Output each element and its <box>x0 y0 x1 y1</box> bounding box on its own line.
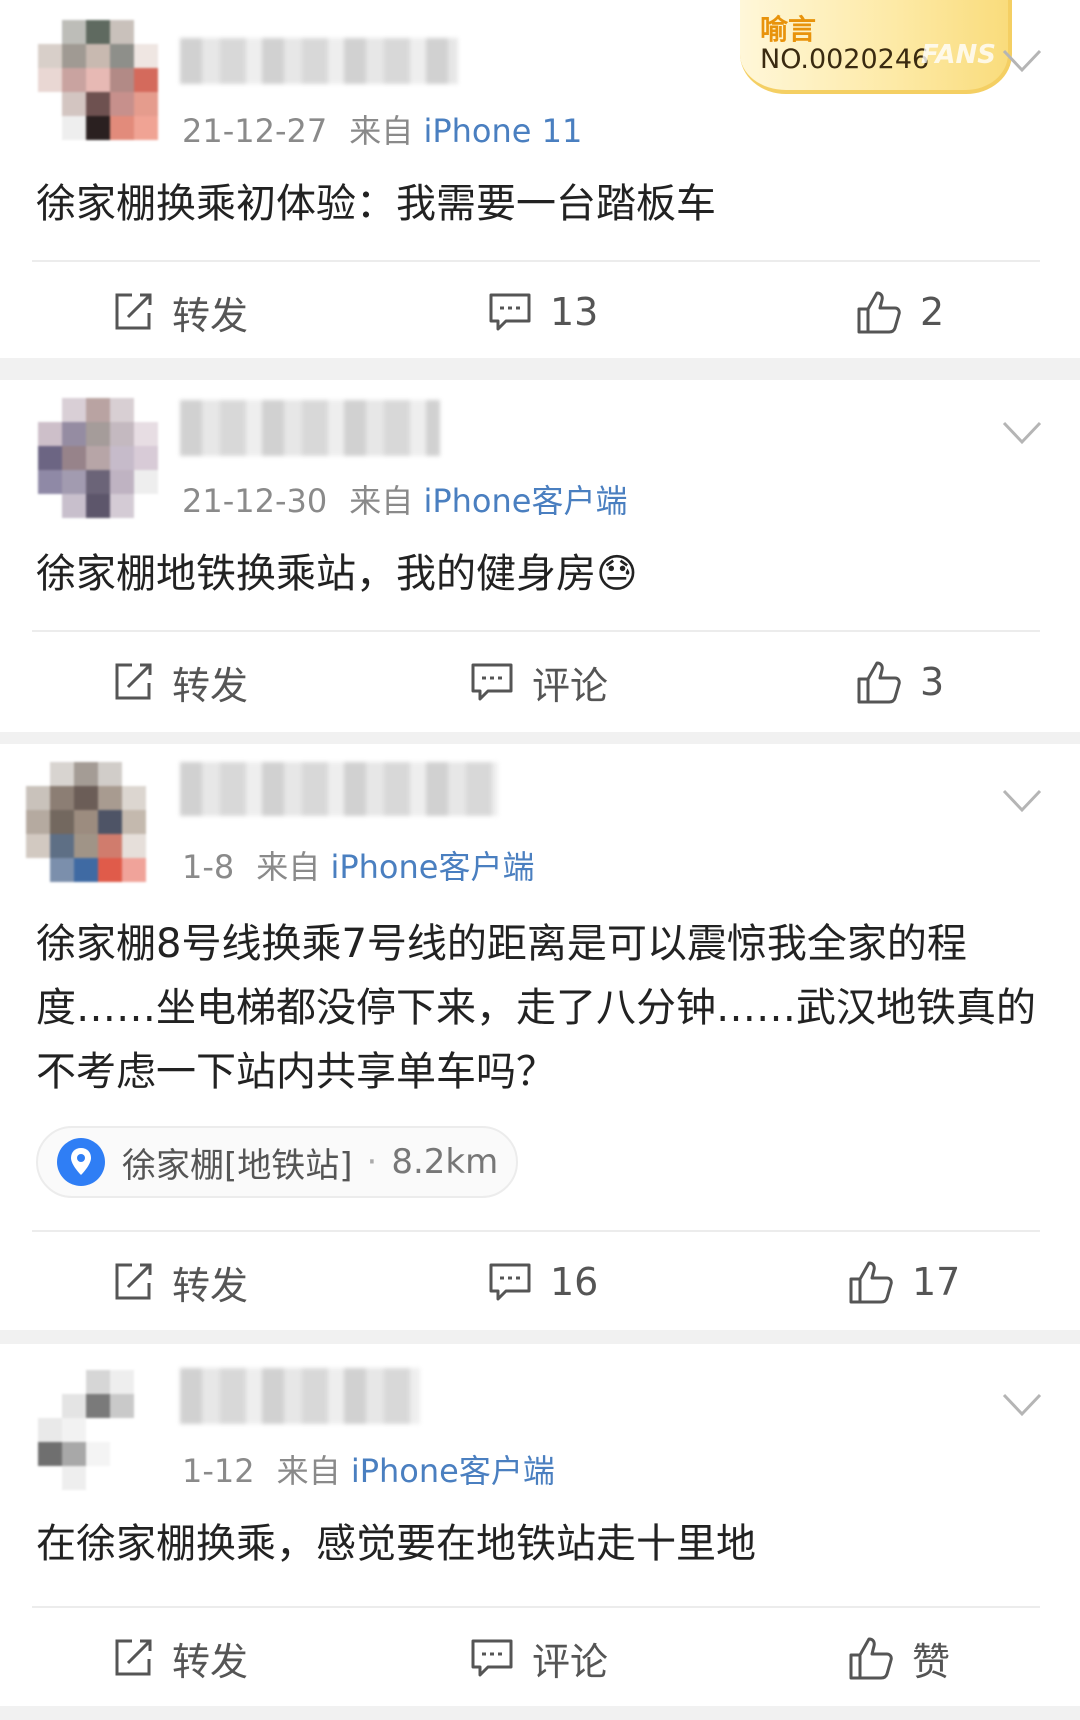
comment-button[interactable]: 评论 <box>470 642 608 722</box>
repost-icon <box>115 1639 152 1676</box>
location-tag[interactable]: 徐家棚[地铁站] · 8.2km <box>36 1126 518 1198</box>
location-distance: 8.2km <box>391 1142 499 1182</box>
post-date: 1-12 <box>182 1452 255 1490</box>
post-meta: 21-12-30 来自 iPhone客户端 <box>182 476 627 522</box>
post-card: 21-12-30 来自 iPhone客户端 徐家棚地铁换乘站，我的健身房😓 转发 … <box>0 380 1080 732</box>
username-blurred[interactable] <box>180 400 440 456</box>
thumbs-up-icon <box>849 1637 893 1680</box>
badge-title: 喻言 <box>760 13 817 46</box>
divider <box>32 1230 1040 1232</box>
comment-icon <box>489 1263 531 1301</box>
source-prefix: 来自 <box>276 1452 341 1490</box>
chevron-down-icon[interactable] <box>1002 1392 1042 1418</box>
divider <box>32 1606 1040 1608</box>
avatar[interactable] <box>38 1370 158 1490</box>
post-meta: 1-12 来自 iPhone客户端 <box>182 1446 555 1492</box>
source-prefix: 来自 <box>256 848 321 886</box>
thumbs-up-icon <box>857 661 901 704</box>
badge-number: NO.0020246 <box>760 44 930 75</box>
chevron-down-icon[interactable] <box>1002 788 1042 814</box>
post-actions: 转发 评论 赞 <box>0 1618 1080 1698</box>
comment-icon <box>489 293 531 331</box>
avatar[interactable] <box>38 398 158 518</box>
location-name: 徐家棚[地铁站] <box>122 1145 353 1186</box>
post-source[interactable]: iPhone客户端 <box>351 1452 555 1490</box>
post-actions: 转发 16 17 <box>0 1242 1080 1322</box>
post-text[interactable]: 徐家棚换乘初体验：我需要一台踏板车 <box>36 172 1040 236</box>
post-card: 1-8 来自 iPhone客户端 徐家棚8号线换乘7号线的距离是可以震惊我全家的程… <box>0 744 1080 1330</box>
chevron-down-icon[interactable] <box>1002 420 1042 446</box>
comment-label: 评论 <box>532 663 609 708</box>
post-source[interactable]: iPhone客户端 <box>330 848 534 886</box>
source-prefix: 来自 <box>349 482 414 520</box>
repost-icon <box>115 1263 152 1300</box>
repost-button[interactable]: 转发 <box>112 642 248 722</box>
post-card: 1-12 来自 iPhone客户端 在徐家棚换乘，感觉要在地铁站走十里地 转发 评… <box>0 1344 1080 1706</box>
repost-icon <box>115 663 152 700</box>
repost-label: 转发 <box>172 293 249 338</box>
repost-icon <box>115 293 152 330</box>
repost-label: 转发 <box>172 663 249 708</box>
post-text[interactable]: 徐家棚地铁换乘站，我的健身房😓 <box>36 542 1040 606</box>
repost-button[interactable]: 转发 <box>112 272 248 352</box>
post-meta: 1-8 来自 iPhone客户端 <box>182 842 534 888</box>
post-text[interactable]: 在徐家棚换乘，感觉要在地铁站走十里地 <box>36 1512 1040 1576</box>
post-date: 21-12-30 <box>182 482 328 520</box>
fan-badge[interactable]: 喻言 NO.0020246 FANS <box>740 0 1012 94</box>
location-pin-icon <box>57 1138 105 1186</box>
comment-button[interactable]: 评论 <box>470 1618 608 1698</box>
avatar[interactable] <box>38 20 158 140</box>
location-separator: · <box>366 1142 378 1182</box>
post-actions: 转发 评论 3 <box>0 642 1080 722</box>
comment-label: 评论 <box>532 1639 609 1684</box>
avatar[interactable] <box>26 762 146 882</box>
badge-fans-label: FANS <box>920 40 996 70</box>
chevron-down-icon[interactable] <box>1002 48 1042 74</box>
comment-icon <box>471 1639 513 1677</box>
username-blurred[interactable] <box>180 762 498 816</box>
post-card: 喻言 NO.0020246 FANS 21-12-27 来自 iPhone 11 … <box>0 0 1080 358</box>
post-source[interactable]: iPhone客户端 <box>423 482 627 520</box>
thumbs-up-icon <box>849 1261 893 1304</box>
post-source[interactable]: iPhone 11 <box>423 112 582 150</box>
post-text[interactable]: 徐家棚8号线换乘7号线的距离是可以震惊我全家的程度……坐电梯都没停下来，走了八分… <box>36 912 1040 1104</box>
post-date: 1-8 <box>182 848 235 886</box>
repost-label: 转发 <box>172 1639 249 1684</box>
repost-button[interactable]: 转发 <box>112 1242 248 1322</box>
like-count: 2 <box>920 290 945 334</box>
comment-icon <box>471 663 513 701</box>
username-blurred[interactable] <box>180 1368 420 1424</box>
post-date: 21-12-27 <box>182 112 328 150</box>
thumbs-up-icon <box>857 291 901 334</box>
comment-button[interactable]: 13 <box>488 272 598 352</box>
comment-count: 16 <box>550 1260 599 1304</box>
like-count: 3 <box>920 660 945 704</box>
like-button[interactable]: 3 <box>856 642 944 722</box>
comment-count: 13 <box>550 290 599 334</box>
like-button[interactable]: 17 <box>848 1242 960 1322</box>
post-actions: 转发 13 2 <box>0 272 1080 352</box>
divider <box>32 630 1040 632</box>
like-label: 赞 <box>912 1639 951 1684</box>
username-blurred[interactable] <box>180 38 458 84</box>
comment-button[interactable]: 16 <box>488 1242 598 1322</box>
repost-label: 转发 <box>172 1263 249 1308</box>
divider <box>32 260 1040 262</box>
like-count: 17 <box>912 1260 961 1304</box>
like-button[interactable]: 2 <box>856 272 944 352</box>
repost-button[interactable]: 转发 <box>112 1618 248 1698</box>
like-button[interactable]: 赞 <box>848 1618 950 1698</box>
post-meta: 21-12-27 来自 iPhone 11 <box>182 106 582 152</box>
source-prefix: 来自 <box>349 112 414 150</box>
